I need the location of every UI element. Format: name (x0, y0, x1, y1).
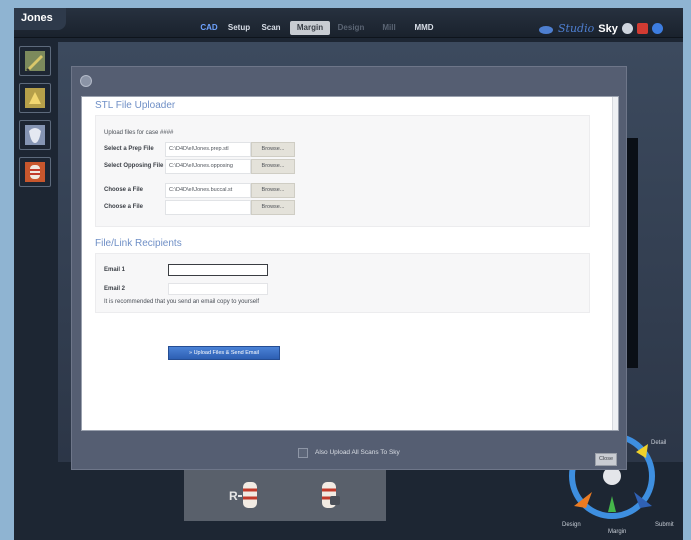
restoration-r-icon[interactable]: R (228, 476, 264, 512)
brand-area: Studio Sky (538, 22, 663, 35)
tab-mmd[interactable]: MMD (410, 21, 438, 35)
stl-section-box: Upload files for case #### Select a Prep… (95, 115, 590, 227)
prep-file-path[interactable]: C:\D4D\el\Jones.prep.stl (165, 142, 251, 157)
tooth-tool-button[interactable] (19, 120, 51, 150)
tab-design[interactable]: Design (334, 21, 368, 35)
power-icon[interactable] (651, 23, 663, 34)
settings-icon[interactable] (621, 23, 633, 34)
tooth-icon (25, 125, 45, 145)
buccal-file-label: Choose a File (104, 187, 144, 193)
prep-browse-button[interactable]: Browse... (251, 142, 295, 157)
extra-file-path[interactable] (165, 200, 251, 215)
email2-label: Email 2 (104, 286, 126, 292)
pen-tool-button[interactable] (19, 46, 51, 76)
svg-text:R: R (229, 489, 238, 503)
upload-send-button[interactable]: » Upload Files & Send Email (168, 346, 280, 360)
recipients-section-title: File/Link Recipients (95, 238, 182, 249)
email1-label: Email 1 (104, 267, 126, 273)
buccal-file-path[interactable]: C:\D4D\el\Jones.buccal.st (165, 183, 251, 198)
wheel-label-top: Detail (651, 440, 667, 446)
left-toolbar (19, 46, 53, 194)
opposing-file-path[interactable]: C:\D4D\el\Jones.opposing (165, 159, 251, 174)
opposing-browse-button[interactable]: Browse... (251, 159, 295, 174)
tab-mill[interactable]: Mill (372, 21, 406, 35)
also-upload-label: Also Upload All Scans To Sky (315, 449, 400, 456)
crown-icon (25, 162, 45, 182)
recipients-section-box: Email 1 Email 2 It is recommended that y… (95, 253, 590, 313)
wheel-label-right: Submit (655, 522, 674, 528)
crown-lock-icon[interactable] (312, 476, 348, 512)
recommend-note: It is recommended that you send an email… (104, 299, 260, 305)
tab-setup[interactable]: Setup (226, 21, 252, 35)
alert-icon[interactable] (636, 23, 648, 34)
stl-section-title: STL File Uploader (95, 100, 176, 111)
sculpt-tool-button[interactable] (19, 83, 51, 113)
arrow-margin-icon[interactable] (608, 496, 616, 512)
prep-file-label: Select a Prep File (104, 146, 154, 152)
workflow-tabs: CAD Setup Scan Margin Design Mill MMD (196, 21, 442, 35)
wheel-label-left: Design (562, 522, 581, 528)
stl-upload-dialog: STL File Uploader Upload files for case … (71, 66, 627, 470)
brand-studio: Studio (558, 22, 595, 35)
bottom-tool-panel: R (184, 466, 386, 521)
pen-icon (25, 51, 45, 72)
also-upload-checkbox[interactable] (298, 448, 308, 458)
case-title: Jones (14, 8, 66, 30)
wheel-label-bottom: Margin (608, 529, 627, 535)
opposing-file-label: Select Opposing File (104, 163, 164, 169)
tab-margin[interactable]: Margin (290, 21, 330, 35)
email1-input[interactable] (168, 264, 268, 276)
close-button[interactable]: Close (595, 453, 617, 466)
cloud-icon (539, 25, 553, 34)
dialog-content: STL File Uploader Upload files for case … (81, 96, 619, 431)
email2-input[interactable] (168, 283, 268, 295)
app-window: Jones CAD Setup Scan Margin Design Mill … (14, 8, 683, 540)
brand-sky: Sky (598, 22, 618, 35)
tab-cad[interactable]: CAD (196, 21, 222, 35)
upload-hint: Upload files for case #### (104, 130, 174, 136)
top-bar: Jones CAD Setup Scan Margin Design Mill … (14, 8, 683, 38)
dialog-info-icon (80, 75, 92, 87)
extra-file-label: Choose a File (104, 204, 144, 210)
content-scrollbar[interactable] (612, 97, 618, 430)
crown-tool-button[interactable] (19, 157, 51, 187)
tab-scan[interactable]: Scan (256, 21, 286, 35)
extra-browse-button[interactable]: Browse... (251, 200, 295, 215)
sculpt-icon (25, 88, 45, 108)
buccal-browse-button[interactable]: Browse... (251, 183, 295, 198)
